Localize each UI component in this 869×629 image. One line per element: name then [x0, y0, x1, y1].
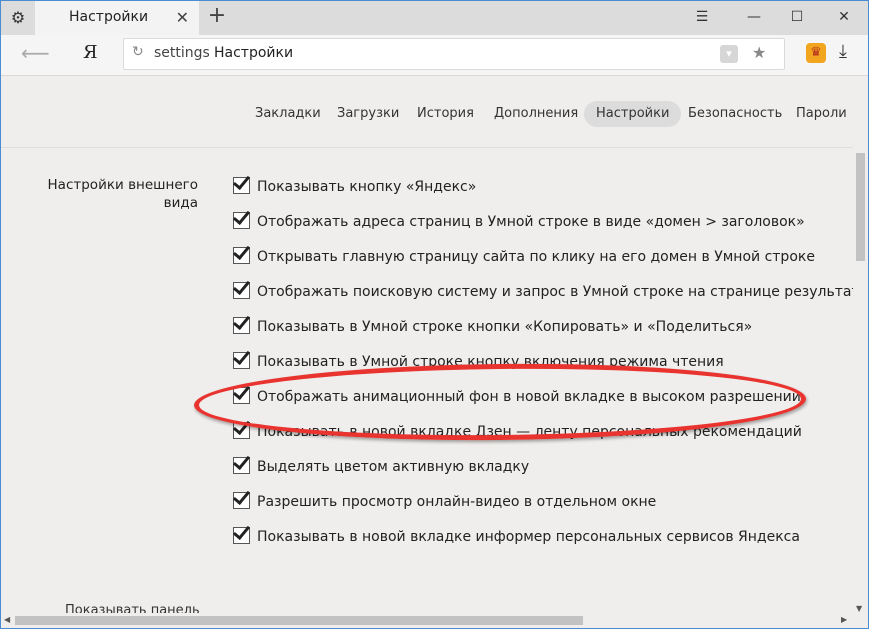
- option-label: Показывать в Умной строке кнопки «Копиро…: [257, 319, 753, 335]
- minimize-button[interactable]: —: [739, 6, 769, 28]
- option-label: Разрешить просмотр онлайн-видео в отдель…: [257, 494, 657, 510]
- scroll-down-arrow-icon[interactable]: ▼: [856, 604, 862, 613]
- settings-nav: Закладки Загрузки История Дополнения Нас…: [1, 101, 853, 131]
- checkbox[interactable]: [233, 457, 250, 474]
- nav-bookmarks[interactable]: Закладки: [243, 101, 333, 127]
- address-toolbar: ⟵ Я ↻ settings Настройки ▾ ★ ♛ ⤓: [1, 35, 868, 76]
- url-scheme: settings: [154, 45, 210, 61]
- address-bar[interactable]: ↻ settings Настройки ▾ ★: [123, 38, 785, 70]
- option-label: Выделять цветом активную вкладку: [257, 459, 530, 475]
- download-icon[interactable]: ⤓: [839, 41, 847, 62]
- checkbox[interactable]: [233, 212, 250, 229]
- nav-passwords[interactable]: Пароли: [784, 101, 859, 127]
- checkbox[interactable]: [233, 527, 250, 544]
- close-window-button[interactable]: ✕: [829, 6, 859, 28]
- checkbox[interactable]: [233, 352, 250, 369]
- protect-shield-icon[interactable]: ▾: [720, 45, 738, 63]
- vertical-scrollbar[interactable]: ▼: [853, 147, 868, 615]
- option-label: Показывать в новой вкладке информер перс…: [257, 529, 800, 545]
- tab-title: Настройки: [69, 9, 149, 25]
- nav-security[interactable]: Безопасность: [676, 101, 794, 127]
- checkbox[interactable]: [233, 177, 250, 194]
- bookmark-star-icon[interactable]: ★: [752, 43, 766, 62]
- header-divider: [1, 147, 853, 148]
- checkbox[interactable]: [233, 282, 250, 299]
- checkbox[interactable]: [233, 247, 250, 264]
- option-label: Отображать адреса страниц в Умной строке…: [257, 214, 805, 230]
- checkbox[interactable]: [233, 317, 250, 334]
- nav-settings[interactable]: Настройки: [584, 101, 682, 127]
- nav-extensions[interactable]: Дополнения: [482, 101, 590, 127]
- section-label-appearance: Настройки внешнего вида: [47, 177, 198, 211]
- reload-icon[interactable]: ↻: [132, 44, 144, 60]
- title-bar: ⚙ Настройки ✕ + ☰ — ☐ ✕: [1, 1, 868, 35]
- crown-extension-icon[interactable]: ♛: [806, 43, 826, 63]
- option-label: Показывать кнопку «Яндекс»: [257, 179, 477, 195]
- nav-history[interactable]: История: [405, 101, 486, 127]
- nav-downloads[interactable]: Загрузки: [325, 101, 411, 127]
- option-label: Отображать поисковую систему и запрос в …: [257, 284, 869, 300]
- back-arrow-icon[interactable]: ⟵: [21, 41, 50, 65]
- close-icon[interactable]: ✕: [176, 8, 189, 27]
- yandex-logo[interactable]: Я: [83, 42, 98, 63]
- new-tab-button[interactable]: +: [205, 5, 229, 29]
- menu-icon[interactable]: ☰: [687, 6, 717, 28]
- option-label: Открывать главную страницу сайта по клик…: [257, 249, 815, 265]
- horizontal-scrollbar[interactable]: ◀ ▶: [1, 613, 868, 628]
- scroll-right-arrow-icon[interactable]: ▶: [841, 615, 847, 624]
- maximize-button[interactable]: ☐: [782, 6, 812, 28]
- browser-window: ⚙ Настройки ✕ + ☰ — ☐ ✕ ⟵ Я ↻ settings Н…: [0, 0, 869, 629]
- checkbox[interactable]: [233, 492, 250, 509]
- scroll-thumb[interactable]: [15, 616, 583, 625]
- gear-icon[interactable]: ⚙: [9, 9, 27, 27]
- scroll-left-arrow-icon[interactable]: ◀: [4, 615, 10, 624]
- url-page-title: Настройки: [214, 45, 294, 61]
- tab-settings[interactable]: Настройки ✕: [35, 1, 199, 35]
- scroll-thumb[interactable]: [856, 153, 865, 261]
